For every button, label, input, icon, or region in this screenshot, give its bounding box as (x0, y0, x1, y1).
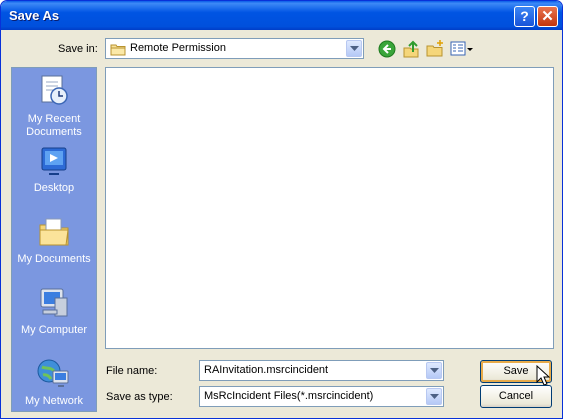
place-label-line1: Desktop (33, 182, 75, 194)
folder-icon (110, 42, 126, 59)
file-name-label: File name: (106, 365, 158, 377)
cancel-button[interactable]: Cancel (480, 385, 552, 408)
chevron-down-icon[interactable] (346, 40, 362, 57)
back-icon[interactable] (377, 39, 397, 59)
my-computer-icon (37, 286, 71, 320)
my-documents-icon (37, 215, 71, 249)
place-label-line2: Documents (26, 126, 82, 138)
file-list[interactable] (105, 67, 554, 349)
save-in-dropdown[interactable]: Remote Permission (105, 38, 364, 59)
new-folder-icon[interactable] (425, 39, 445, 59)
my-network-icon (37, 357, 71, 391)
place-my-network[interactable]: My Network (12, 357, 96, 409)
place-desktop[interactable]: Desktop (12, 144, 96, 196)
place-label-line1: My Recent (27, 113, 81, 125)
save-type-value: MsRcIncident Files(*.msrcincident) (204, 390, 374, 402)
file-name-value: RAInvitation.msrcincident (204, 364, 329, 376)
place-my-computer[interactable]: My Computer (12, 286, 96, 338)
place-my-documents[interactable]: My Documents (12, 215, 96, 267)
save-as-dialog: Save As ? ✕ Save in: Remote Permission M… (0, 0, 563, 419)
window-title: Save As (9, 8, 60, 23)
file-name-input[interactable]: RAInvitation.msrcincident (199, 360, 444, 381)
place-label-line1: My Computer (20, 324, 88, 336)
chevron-down-icon[interactable] (426, 362, 442, 379)
places-bar: My Recent Documents Desktop My Documents… (11, 67, 97, 412)
save-in-label: Save in: (58, 43, 98, 55)
views-menu-icon[interactable] (450, 39, 474, 59)
chevron-down-icon[interactable] (426, 388, 442, 405)
desktop-icon (37, 144, 71, 178)
place-label-line1: My Network (24, 395, 84, 407)
place-label-line1: My Documents (17, 253, 91, 265)
help-button[interactable]: ? (514, 6, 535, 27)
place-my-recent-documents[interactable]: My Recent Documents (12, 73, 96, 139)
save-in-value: Remote Permission (130, 42, 226, 54)
title-bar[interactable]: Save As ? ✕ (1, 1, 562, 30)
save-type-label: Save as type: (106, 391, 173, 403)
recent-documents-icon (37, 73, 71, 107)
save-type-dropdown[interactable]: MsRcIncident Files(*.msrcincident) (199, 386, 444, 407)
up-folder-icon[interactable] (401, 39, 421, 59)
close-button[interactable]: ✕ (537, 6, 558, 27)
